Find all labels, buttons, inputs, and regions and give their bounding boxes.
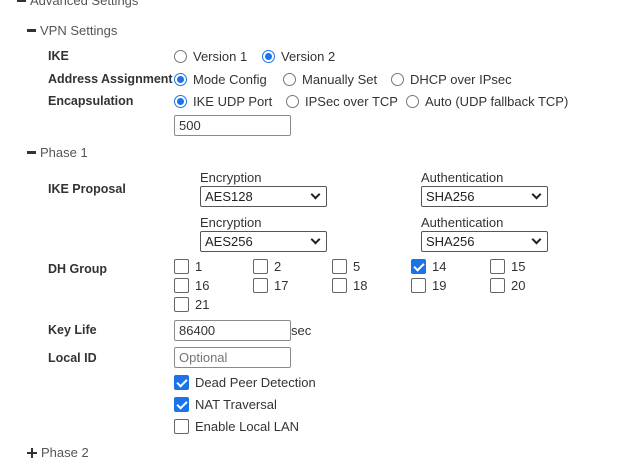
ike-proposal-label: IKE Proposal	[48, 182, 126, 196]
collapse-icon	[27, 29, 36, 32]
dh-group-option[interactable]: 19	[411, 278, 446, 293]
radio-unchecked-icon	[406, 95, 419, 108]
checkbox-unchecked-icon	[332, 259, 347, 274]
radio-unchecked-icon	[283, 73, 296, 86]
key-life-label: Key Life	[48, 323, 97, 337]
dh-group-option[interactable]: 16	[174, 278, 209, 293]
authentication-label: Authentication	[421, 170, 504, 185]
checkbox-checked-icon	[174, 375, 189, 390]
collapse-icon	[17, 0, 26, 2]
radio-unchecked-icon	[174, 50, 187, 63]
checkbox-unchecked-icon	[174, 259, 189, 274]
dh-group-option[interactable]: 5	[332, 259, 360, 274]
radio-checked-icon	[174, 73, 187, 86]
nat-traversal-checkbox[interactable]: NAT Traversal	[174, 397, 277, 412]
chevron-down-icon	[531, 189, 542, 200]
ike-version-1-radio[interactable]: Version 1	[174, 49, 261, 64]
advanced-settings-toggle[interactable]: Advanced Settings	[17, 0, 138, 8]
dh-group-option[interactable]: 1	[174, 259, 202, 274]
dh-group-option[interactable]: 14	[411, 259, 446, 274]
checkbox-unchecked-icon	[174, 278, 189, 293]
ike-udp-port-radio[interactable]: IKE UDP Port	[174, 94, 286, 109]
dh-group-option[interactable]: 20	[490, 278, 525, 293]
authentication-label: Authentication	[421, 215, 504, 230]
chevron-down-icon	[531, 234, 542, 245]
phase1-toggle[interactable]: Phase 1	[27, 145, 88, 160]
authentication-select-2[interactable]: SHA256	[421, 231, 548, 252]
radio-checked-icon	[262, 50, 275, 63]
checkbox-unchecked-icon	[174, 297, 189, 312]
chevron-down-icon	[310, 189, 321, 200]
local-id-label: Local ID	[48, 351, 97, 365]
checkbox-checked-icon	[174, 397, 189, 412]
encryption-select-2[interactable]: AES256	[200, 231, 327, 252]
mode-config-radio[interactable]: Mode Config	[174, 72, 281, 87]
radio-unchecked-icon	[286, 95, 299, 108]
key-life-unit: sec	[291, 323, 312, 338]
authentication-select-1[interactable]: SHA256	[421, 186, 548, 207]
dh-group-option[interactable]: 18	[332, 278, 367, 293]
checkbox-unchecked-icon	[490, 278, 505, 293]
encapsulation-label: Encapsulation	[48, 94, 134, 108]
dh-group-option[interactable]: 21	[174, 297, 209, 312]
auto-udp-fallback-radio[interactable]: Auto (UDP fallback TCP)	[406, 94, 582, 109]
enable-local-lan-checkbox[interactable]: Enable Local LAN	[174, 419, 299, 434]
ike-label: IKE	[48, 49, 69, 63]
checkbox-unchecked-icon	[253, 278, 268, 293]
local-id-input[interactable]	[174, 347, 291, 368]
ipsec-over-tcp-radio[interactable]: IPSec over TCP	[286, 94, 412, 109]
checkbox-unchecked-icon	[411, 278, 426, 293]
dhcp-over-ipsec-radio[interactable]: DHCP over IPsec	[391, 72, 526, 87]
checkbox-unchecked-icon	[490, 259, 505, 274]
radio-checked-icon	[174, 95, 187, 108]
checkbox-unchecked-icon	[174, 419, 189, 434]
radio-unchecked-icon	[391, 73, 404, 86]
address-assignment-label: Address Assignment	[48, 72, 173, 86]
dh-group-label: DH Group	[48, 262, 108, 276]
encryption-label: Encryption	[200, 170, 262, 185]
encryption-label: Encryption	[200, 215, 262, 230]
ike-version-2-radio[interactable]: Version 2	[262, 49, 349, 64]
encryption-select-1[interactable]: AES128	[200, 186, 327, 207]
manually-set-radio[interactable]: Manually Set	[283, 72, 391, 87]
udp-port-input[interactable]	[174, 115, 291, 136]
key-life-input[interactable]	[174, 320, 291, 341]
dead-peer-detection-checkbox[interactable]: Dead Peer Detection	[174, 375, 316, 390]
checkbox-unchecked-icon	[253, 259, 268, 274]
checkbox-checked-icon	[411, 259, 426, 274]
expand-icon	[27, 447, 37, 458]
dh-group-option[interactable]: 17	[253, 278, 288, 293]
collapse-icon	[27, 151, 36, 154]
phase2-toggle[interactable]: Phase 2	[27, 445, 89, 460]
chevron-down-icon	[310, 234, 321, 245]
dh-group-option[interactable]: 15	[490, 259, 525, 274]
vpn-settings-toggle[interactable]: VPN Settings	[27, 23, 117, 38]
dh-group-option[interactable]: 2	[253, 259, 281, 274]
checkbox-unchecked-icon	[332, 278, 347, 293]
